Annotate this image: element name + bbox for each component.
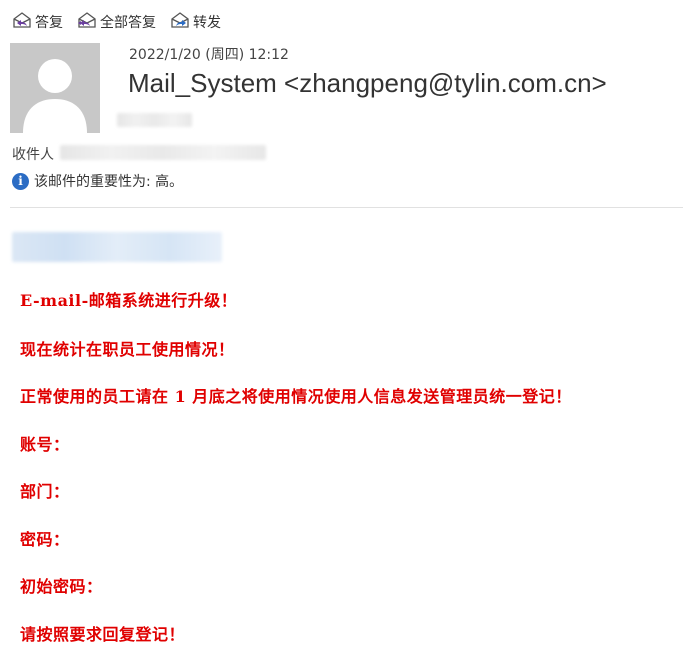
body-line-department: 部门： [20, 482, 70, 501]
forward-label: 转发 [193, 15, 221, 31]
redacted-recipients [60, 145, 266, 160]
reply-all-label: 全部答复 [100, 15, 156, 31]
importance-text: 该邮件的重要性为: 高。 [34, 174, 184, 190]
body-line-initial-password: 初始密码： [20, 577, 103, 596]
reply-button[interactable]: 答复 [12, 10, 63, 34]
redacted-greeting [12, 232, 222, 262]
body-line-instruction: 正常使用的员工请在 1 月底之将使用情况使用人信息发送管理员统一登记！ [20, 387, 572, 406]
forward-icon [170, 10, 190, 34]
importance-notice: i 该邮件的重要性为: 高。 [12, 171, 183, 191]
divider [10, 207, 683, 208]
recipients-label: 收件人 [12, 147, 54, 163]
reply-all-button[interactable]: 全部答复 [77, 10, 156, 34]
avatar [10, 43, 100, 133]
body-line-password: 密码： [20, 530, 70, 549]
forward-button[interactable]: 转发 [170, 10, 221, 34]
reply-all-icon [77, 10, 97, 34]
reply-label: 答复 [35, 15, 63, 31]
body-line-account: 账号： [20, 435, 70, 454]
sender[interactable]: Mail_System <zhangpeng@tylin.com.cn> [128, 68, 607, 99]
body-line-title: E-mail-邮箱系统进行升级！ [20, 291, 238, 310]
redacted-text [117, 113, 192, 127]
body-line-reply-request: 请按照要求回复登记！ [20, 625, 186, 644]
body-line-stats: 现在统计在职员工使用情况！ [20, 340, 235, 359]
sent-date: 2022/1/20 (周四) 12:12 [129, 47, 289, 63]
reply-icon [12, 10, 32, 34]
info-icon: i [12, 172, 29, 190]
toolbar: 答复 全部答复 转发 [12, 10, 221, 34]
